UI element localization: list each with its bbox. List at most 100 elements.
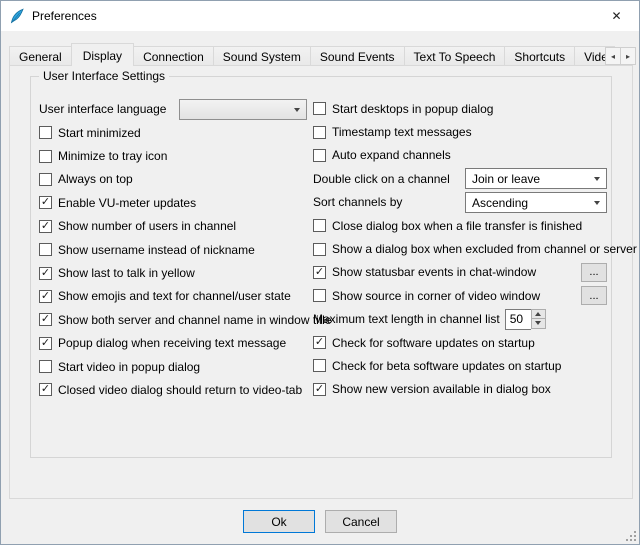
tab-shortcuts[interactable]: Shortcuts: [504, 46, 575, 65]
checkbox-checked[interactable]: ✓: [313, 336, 326, 349]
checkbox-label: Start minimized: [58, 126, 141, 140]
title-bar: Preferences ✕: [1, 1, 639, 31]
checkbox-row: ✓ Show number of users in channel: [39, 215, 307, 238]
checkbox-label: Show username instead of nickname: [58, 243, 255, 257]
checkbox-unchecked[interactable]: [313, 359, 326, 372]
ellipsis-button[interactable]: ...: [581, 263, 607, 282]
tab-sound-system[interactable]: Sound System: [213, 46, 311, 65]
checkbox-unchecked[interactable]: [313, 243, 326, 256]
tab-text-to-speech[interactable]: Text To Speech: [404, 46, 506, 65]
checkbox-row: Start minimized: [39, 121, 307, 144]
max-text-length-label: Maximum text length in channel list: [313, 312, 500, 326]
tab-scroll-right-button[interactable]: ▸: [620, 47, 636, 65]
checkbox-unchecked[interactable]: [39, 360, 52, 373]
window-title: Preferences: [32, 9, 97, 23]
checkbox-checked[interactable]: ✓: [39, 337, 52, 350]
checkbox-checked[interactable]: ✓: [39, 290, 52, 303]
checkbox-row: ✓Show statusbar events in chat-window...: [313, 261, 607, 284]
tab-display[interactable]: Display: [71, 43, 134, 66]
checkbox-row: Show username instead of nickname: [39, 238, 307, 261]
double-click-label: Double click on a channel: [313, 172, 465, 186]
checkbox-row: Always on top: [39, 168, 307, 191]
sort-channels-value: Ascending: [472, 196, 528, 210]
checkbox-checked[interactable]: ✓: [39, 313, 52, 326]
checkbox-row: Close dialog box when a file transfer is…: [313, 214, 607, 237]
tab-scroll-controls: ◂ ▸: [605, 47, 636, 65]
double-click-value: Join or leave: [472, 172, 540, 186]
language-row: User interface language: [39, 97, 307, 121]
max-text-length-row: Maximum text length in channel list: [313, 308, 607, 331]
checkbox-label: Always on top: [58, 172, 133, 186]
checkbox-label: Auto expand channels: [332, 148, 451, 162]
language-label: User interface language: [39, 102, 179, 116]
double-click-dropdown[interactable]: Join or leave: [465, 168, 607, 189]
max-text-length-spinner: [505, 309, 546, 330]
checkbox-label: Check for beta software updates on start…: [332, 359, 561, 373]
checkbox-checked[interactable]: ✓: [39, 220, 52, 233]
checkbox-checked[interactable]: ✓: [313, 383, 326, 396]
checkbox-label: Popup dialog when receiving text message: [58, 336, 286, 350]
checkbox-label: Close dialog box when a file transfer is…: [332, 219, 582, 233]
left-checkbox-list: Start minimized Minimize to tray icon Alwa…: [39, 121, 307, 402]
checkbox-label: Closed video dialog should return to vid…: [58, 383, 302, 397]
ok-button[interactable]: Ok: [243, 510, 315, 533]
checkbox-row: ✓ Show last to talk in yellow: [39, 261, 307, 284]
checkbox-checked[interactable]: ✓: [39, 196, 52, 209]
checkbox-row: Start video in popup dialog: [39, 355, 307, 378]
tab-scroll-right-icon: ▸: [626, 52, 630, 61]
cancel-button[interactable]: Cancel: [325, 510, 397, 533]
checkbox-row: Show a dialog box when excluded from cha…: [313, 237, 607, 260]
checkbox-row: Check for beta software updates on start…: [313, 354, 607, 377]
chevron-down-icon: [594, 201, 600, 205]
checkbox-checked[interactable]: ✓: [313, 266, 326, 279]
checkbox-label: Check for software updates on startup: [332, 336, 535, 350]
sort-channels-label: Sort channels by: [313, 195, 465, 209]
max-text-length-input[interactable]: [505, 309, 531, 330]
checkbox-label: Show source in corner of video window: [332, 289, 540, 303]
checkbox-label: Show both server and channel name in win…: [58, 313, 332, 327]
left-column: User interface language Start minimized M…: [39, 97, 307, 402]
checkbox-row: ✓Show emojis and text for channel/user s…: [39, 285, 307, 308]
group-title: User Interface Settings: [39, 69, 169, 83]
checkbox-checked[interactable]: ✓: [39, 383, 52, 396]
resize-grip[interactable]: [626, 531, 637, 542]
checkbox-label: Show number of users in channel: [58, 219, 236, 233]
ui-settings-group: User Interface Settings User interface l…: [30, 76, 612, 458]
checkbox-unchecked[interactable]: [313, 102, 326, 115]
checkbox-unchecked[interactable]: [39, 173, 52, 186]
checkbox-row: Timestamp text messages: [313, 120, 607, 143]
tab-scroll-left-button[interactable]: ◂: [605, 47, 621, 65]
checkbox-row: ✓ Check for software updates on startup: [313, 331, 607, 354]
checkbox-label: Start desktops in popup dialog: [332, 102, 493, 116]
tab-connection[interactable]: Connection: [133, 46, 214, 65]
checkbox-unchecked[interactable]: [39, 243, 52, 256]
checkbox-unchecked[interactable]: [313, 219, 326, 232]
checkbox-row: ✓ Closed video dialog should return to vi…: [39, 378, 307, 401]
tab-scroll-left-icon: ◂: [611, 52, 615, 61]
close-icon: ✕: [611, 9, 621, 23]
sort-channels-dropdown[interactable]: Ascending: [465, 192, 607, 213]
app-icon: [9, 8, 25, 24]
checkbox-label: Show last to talk in yellow: [58, 266, 195, 280]
checkbox-row: Auto expand channels: [313, 144, 607, 167]
checkbox-unchecked[interactable]: [313, 126, 326, 139]
chevron-down-icon: [294, 108, 300, 112]
checkbox-row: ✓Show both server and channel name in wi…: [39, 308, 307, 331]
right-bottom-checkbox-list: ✓ Check for software updates on startup Ch…: [313, 331, 607, 401]
checkbox-unchecked[interactable]: [313, 149, 326, 162]
spin-down-icon[interactable]: [531, 318, 546, 329]
ellipsis-button[interactable]: ...: [581, 286, 607, 305]
sort-channels-row: Sort channels by Ascending: [313, 191, 607, 214]
close-button[interactable]: ✕: [594, 1, 639, 31]
tab-sound-events[interactable]: Sound Events: [310, 46, 405, 65]
checkbox-unchecked[interactable]: [39, 126, 52, 139]
tab-general[interactable]: General: [9, 46, 72, 65]
checkbox-label: Start video in popup dialog: [58, 360, 200, 374]
checkbox-unchecked[interactable]: [313, 289, 326, 302]
language-dropdown[interactable]: [179, 99, 307, 120]
checkbox-unchecked[interactable]: [39, 150, 52, 163]
chevron-down-icon: [594, 177, 600, 181]
checkbox-row: Minimize to tray icon: [39, 144, 307, 167]
checkbox-checked[interactable]: ✓: [39, 267, 52, 280]
checkbox-row: ✓Show new version available in dialog bo…: [313, 378, 607, 401]
